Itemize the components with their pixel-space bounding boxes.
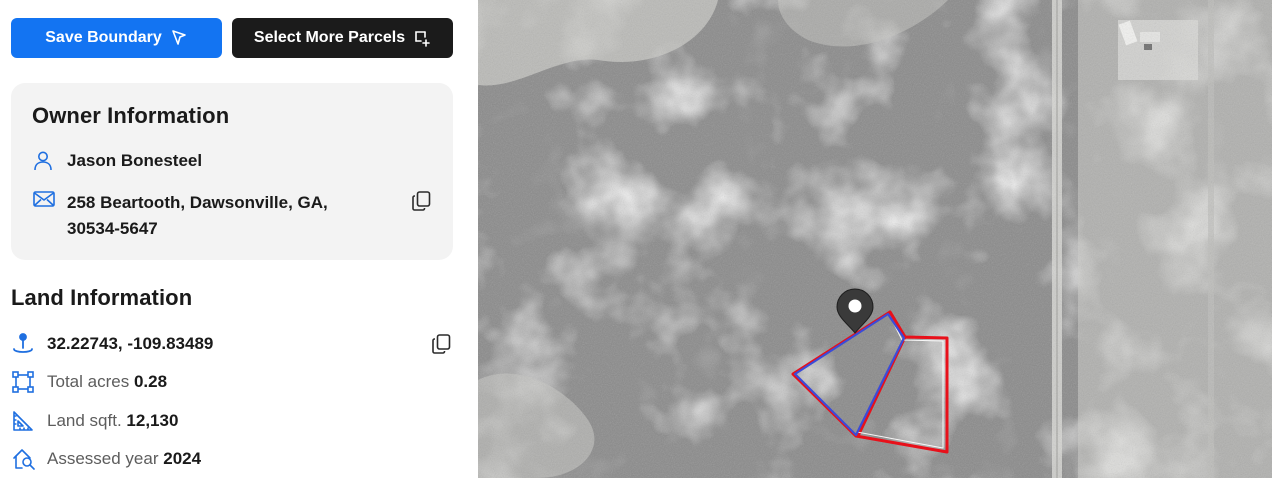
total-acres-row: Total acres 0.28 [47,372,167,392]
satellite-map[interactable] [478,0,1272,478]
parcel-boundaries[interactable] [478,0,1272,478]
parcel-details-panel: Save Boundary Select More Parcels Owner … [0,0,478,478]
copy-icon[interactable] [432,334,451,359]
land-sqft-value: 12,130 [126,411,179,430]
select-more-parcels-label: Select More Parcels [253,29,406,46]
owner-address: 258 Beartooth, Dawsonville, GA, 30534-56… [67,190,328,242]
owner-information-title: Owner Information [32,103,230,128]
assessed-year-label: Assessed year [47,449,159,468]
land-sqft-label: Land sqft. [47,411,122,430]
owner-address-line2: 30534-5647 [67,219,158,238]
owner-name: Jason Bonesteel [67,151,203,170]
total-acres-label: Total acres [47,372,130,391]
ruler-triangle-icon [12,410,34,437]
land-sqft-row: Land sqft. 12,130 [47,411,178,431]
search-house-icon [12,448,36,475]
save-boundary-button[interactable]: Save Boundary [11,18,222,58]
select-more-parcels-button[interactable]: Select More Parcels [232,18,453,58]
save-boundary-label: Save Boundary [45,29,162,46]
owner-information-card: Owner Information Jason Bonesteel 258 Be… [11,83,453,260]
copy-icon[interactable] [412,191,431,216]
owner-address-line1: 258 Beartooth, Dawsonville, GA, [67,193,328,212]
assessed-year-row: Assessed year 2024 [47,449,201,469]
map-marker-icon[interactable] [836,288,874,334]
select-square-plus-icon [413,29,431,47]
assessed-year-value: 2024 [163,449,202,468]
cursor-click-icon [170,29,188,47]
location-pin-icon [11,333,35,360]
mail-icon [33,191,55,212]
land-coordinates: 32.22743, -109.83489 [47,334,214,353]
person-icon [33,150,53,176]
area-square-icon [12,371,34,398]
land-information-title: Land Information [11,285,193,310]
total-acres-value: 0.28 [133,372,168,391]
